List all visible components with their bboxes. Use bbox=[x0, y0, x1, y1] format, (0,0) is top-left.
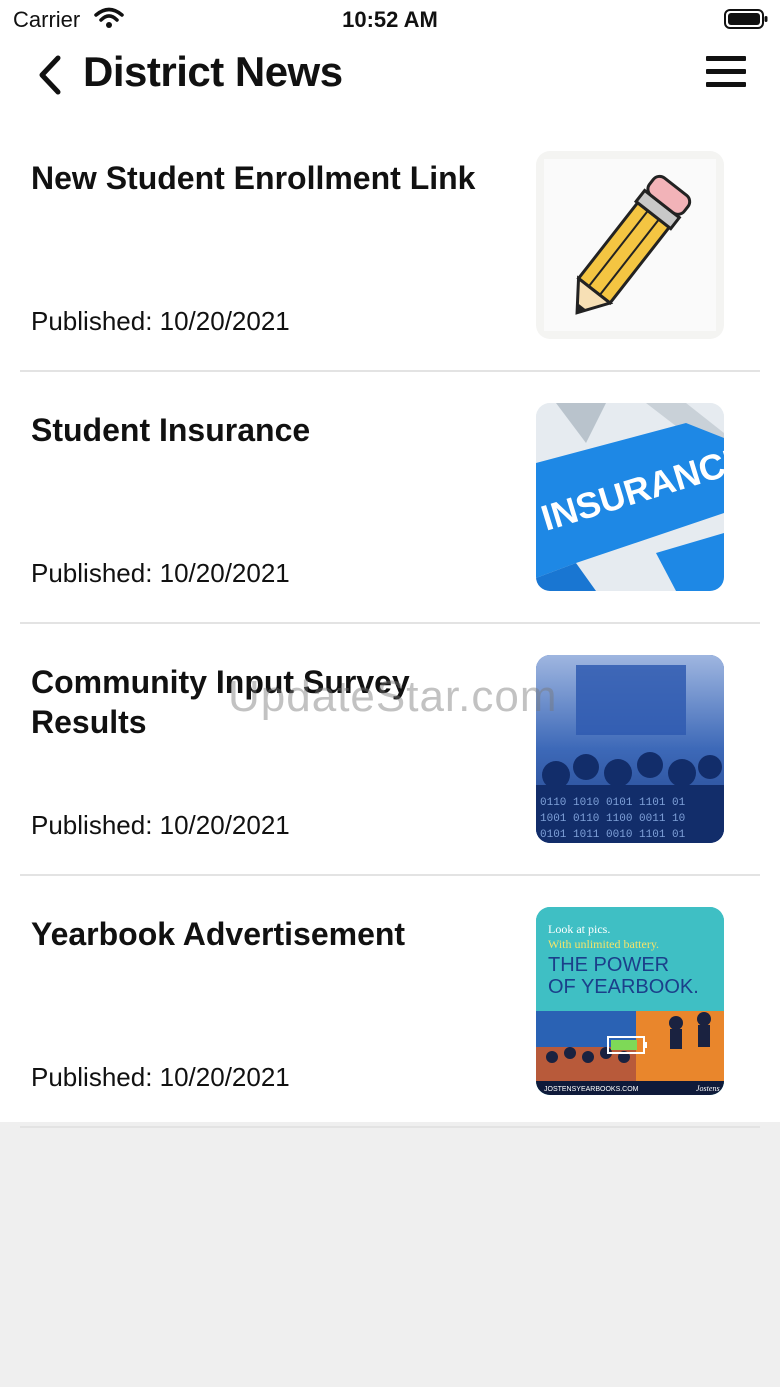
svg-text:With unlimited battery.: With unlimited battery. bbox=[548, 937, 659, 951]
yearbook-image: Look at pics. With unlimited battery. TH… bbox=[536, 907, 724, 1095]
svg-text:Jostens: Jostens bbox=[696, 1084, 720, 1093]
svg-text:0110 1010 0101 1101 01: 0110 1010 0101 1101 01 bbox=[540, 797, 686, 809]
menu-button[interactable] bbox=[704, 56, 748, 92]
insurance-image: INSURANCE bbox=[536, 403, 724, 591]
news-item-insurance[interactable]: Student Insurance Published: 10/20/2021 … bbox=[20, 372, 760, 624]
news-title: Student Insurance bbox=[31, 412, 311, 448]
news-item-enrollment[interactable]: New Student Enrollment Link Published: 1… bbox=[20, 120, 760, 372]
news-title: Yearbook Advertisement bbox=[31, 916, 406, 952]
chevron-left-icon bbox=[39, 55, 61, 95]
audience-image: 0110 1010 0101 1101 01 1001 0110 1100 00… bbox=[536, 655, 724, 843]
news-list: New Student Enrollment Link Published: 1… bbox=[0, 120, 780, 1128]
news-item-yearbook[interactable]: Yearbook Advertisement Published: 10/20/… bbox=[20, 876, 760, 1128]
news-published-date: Published: 10/20/2021 bbox=[31, 1062, 290, 1092]
news-title: Community Input Survey Results bbox=[31, 664, 410, 740]
battery-icon bbox=[724, 9, 768, 29]
svg-text:0101 1011 0010 1101 01: 0101 1011 0010 1101 01 bbox=[540, 829, 686, 841]
news-title: New Student Enrollment Link bbox=[31, 160, 476, 196]
back-button[interactable] bbox=[32, 52, 72, 98]
news-published-date: Published: 10/20/2021 bbox=[31, 810, 290, 840]
status-time: 10:52 AM bbox=[342, 7, 438, 32]
news-published-date: Published: 10/20/2021 bbox=[31, 306, 290, 336]
page-title: District News bbox=[83, 48, 343, 95]
svg-text:Look at pics.: Look at pics. bbox=[548, 922, 610, 936]
news-published-date: Published: 10/20/2021 bbox=[31, 558, 290, 588]
svg-text:THE POWER: THE POWER bbox=[548, 954, 669, 976]
svg-text:OF YEARBOOK.: OF YEARBOOK. bbox=[548, 976, 699, 998]
svg-text:1001 0110 1100 0011 10: 1001 0110 1100 0011 10 bbox=[540, 813, 685, 825]
news-item-survey[interactable]: Community Input Survey Results Published… bbox=[20, 624, 760, 876]
navigation-bar: District News bbox=[0, 40, 780, 110]
status-bar: Carrier 10:52 AM bbox=[0, 0, 780, 40]
pencil-image bbox=[536, 151, 724, 339]
svg-text:JOSTENSYEARBOOKS.COM: JOSTENSYEARBOOKS.COM bbox=[544, 1086, 639, 1093]
hamburger-icon bbox=[706, 56, 746, 61]
